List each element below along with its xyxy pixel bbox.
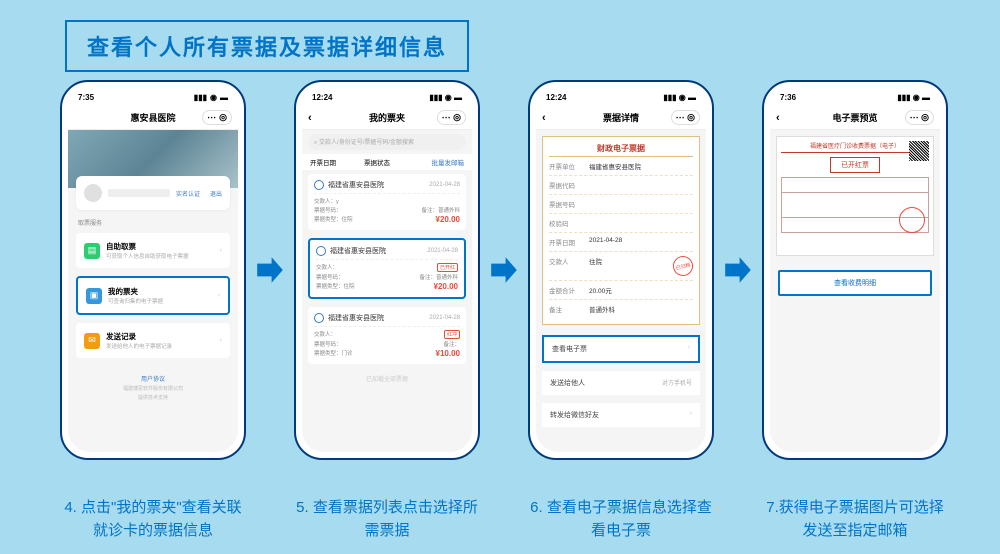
wifi-icon: ◉	[210, 93, 217, 102]
einvoice-image: 福建省医疗门诊收费票据（电子） 已开红票	[776, 136, 934, 256]
filter-row: 开票日期 票据状态 批量发邮箱	[302, 154, 472, 170]
nav-title: 电子票预览	[832, 111, 877, 124]
receipt-title: 财政电子票据	[549, 143, 693, 157]
status-icons: ▮▮▮ ◉ ▬	[663, 93, 696, 102]
page-title: 查看个人所有票据及票据详细信息	[87, 35, 447, 60]
arrow-icon	[254, 254, 286, 286]
seal-icon	[899, 207, 925, 233]
status-time: 7:36	[780, 93, 796, 102]
nav-capsule[interactable]: ⋯ ◎	[202, 110, 232, 125]
screen-3: 12:24 ▮▮▮ ◉ ▬ ‹ 票据详情 ⋯ ◎ 财政电子票据 开票单位福建省惠…	[536, 88, 706, 452]
nav-title: 我的票夹	[369, 111, 405, 124]
back-icon[interactable]: ‹	[308, 112, 312, 124]
avatar	[84, 184, 102, 202]
phone-step-6: 12:24 ▮▮▮ ◉ ▬ ‹ 票据详情 ⋯ ◎ 财政电子票据 开票单位福建省惠…	[528, 80, 714, 460]
section-label: 取票服务	[68, 216, 238, 229]
caption-4: 4. 点击"我的票夹"查看关联就诊卡的票据信息	[60, 497, 246, 542]
chevron-right-icon: ›	[690, 410, 692, 420]
notch	[828, 87, 883, 101]
caption-5: 5. 查看票据列表点击选择所需票据	[294, 497, 480, 542]
bill-logo-icon	[314, 180, 324, 190]
search-icon: ⌕	[314, 140, 317, 146]
bill-card-3[interactable]: 福建省惠安县医院 2021-04-28 交款人：红冲 票据号码：备注： 票据类型…	[308, 307, 466, 364]
send-icon: ✉	[84, 333, 100, 349]
nav-bar: 惠安县医院 ⋯ ◎	[68, 106, 238, 130]
action-view-einvoice[interactable]: 查看电子票 ›	[542, 335, 700, 363]
footer-company: 福建博思软件股份有限公司	[68, 385, 238, 392]
status-icons: ▮▮▮ ◉ ▬	[897, 93, 930, 102]
chevron-right-icon: ›	[688, 344, 690, 354]
notch	[594, 87, 649, 101]
stamp-icon: 已归档	[671, 254, 695, 278]
status-icons: ▮▮▮ ◉ ▬	[429, 93, 462, 102]
nav-capsule[interactable]: ⋯ ◎	[671, 110, 700, 125]
nav-capsule[interactable]: ⋯ ◎	[437, 110, 466, 125]
bill-logo-icon	[316, 246, 326, 256]
menu-self-pickup[interactable]: ▤ 自助取票 可获取个人信息自助获取电子票据 ›	[76, 233, 230, 268]
screen-4: 7:36 ▮▮▮ ◉ ▬ ‹ 电子票预览 ⋯ ◎ 福建省医疗门诊收费票据（电子）…	[770, 88, 940, 452]
status-time: 12:24	[546, 93, 566, 102]
action-forward-wechat[interactable]: 转发给微信好友 ›	[542, 403, 700, 427]
view-detail-button[interactable]: 查看收费明细	[778, 270, 932, 296]
page-title-box: 查看个人所有票据及票据详细信息	[65, 20, 469, 72]
user-name-blur	[108, 189, 170, 197]
signal-icon: ▮▮▮	[194, 93, 207, 102]
red-invoice-tag: 已开红票	[830, 157, 880, 173]
captions-row: 4. 点击"我的票夹"查看关联就诊卡的票据信息 5. 查看票据列表点击选择所需票…	[60, 497, 948, 542]
list-end: 已加载全部票据	[302, 374, 472, 383]
bill-card-1[interactable]: 福建省惠安县医院 2021-04-28 交款人：y 票据号码：备注：普通外科 票…	[308, 174, 466, 230]
logout-link[interactable]: 退出	[210, 189, 222, 198]
nav-bar: ‹ 电子票预览 ⋯ ◎	[770, 106, 940, 130]
menu-my-folder[interactable]: ▣ 我的票夹 可查询归集的电子票据 ›	[76, 276, 230, 315]
filter-date[interactable]: 开票日期	[310, 157, 356, 167]
nav-title: 惠安县医院	[130, 111, 175, 124]
nav-bar: ‹ 票据详情 ⋯ ◎	[536, 106, 706, 130]
nav-capsule[interactable]: ⋯ ◎	[905, 110, 934, 125]
arrow-icon	[488, 254, 520, 286]
chevron-right-icon: ›	[220, 337, 222, 344]
search-input[interactable]: ⌕ 交款人/身份证号/票据号码/金额搜索	[308, 134, 466, 150]
qr-icon	[909, 141, 929, 161]
folder-icon: ▣	[86, 288, 102, 304]
screen-1: 7:35 ▮▮▮ ◉ ▬ 惠安县医院 ⋯ ◎ 实名认证 退出	[68, 88, 238, 452]
status-time: 12:24	[312, 93, 332, 102]
ticket-icon: ▤	[84, 243, 100, 259]
status-icons: ▮▮▮ ◉ ▬	[194, 93, 228, 102]
user-card: 实名认证 退出	[76, 176, 230, 210]
bill-logo-icon	[314, 313, 324, 323]
battery-icon: ▬	[220, 93, 228, 102]
caption-6: 6. 查看电子票据信息选择查看电子票	[528, 497, 714, 542]
menu-send-log[interactable]: ✉ 发送记录 发送给他人的电子票据记录 ›	[76, 323, 230, 358]
notch	[126, 87, 181, 101]
phone-step-7: 7:36 ▮▮▮ ◉ ▬ ‹ 电子票预览 ⋯ ◎ 福建省医疗门诊收费票据（电子）…	[762, 80, 948, 460]
phone-step-4: 7:35 ▮▮▮ ◉ ▬ 惠安县医院 ⋯ ◎ 实名认证 退出	[60, 80, 246, 460]
bill-card-2[interactable]: 福建省惠安县医院 2021-04-28 交款人：已开红 票据号码：备注：普通外科…	[308, 238, 466, 299]
more-icon[interactable]: ⋯	[207, 112, 216, 123]
arrow-icon	[722, 254, 754, 286]
receipt-card: 财政电子票据 开票单位福建省惠安县医院 票据代码 票据号码 校验码 开票日期20…	[542, 136, 700, 325]
close-icon[interactable]: ◎	[219, 112, 227, 123]
filter-status[interactable]: 票据状态	[364, 157, 410, 167]
caption-7: 7.获得电子票据图片可选择发送至指定邮箱	[762, 497, 948, 542]
filter-batch-mail[interactable]: 批量发邮箱	[418, 157, 464, 167]
back-icon[interactable]: ‹	[776, 112, 780, 124]
screen-2: 12:24 ▮▮▮ ◉ ▬ ‹ 我的票夹 ⋯ ◎ ⌕ 交款人/身份证号/票据号码…	[302, 88, 472, 452]
notch	[360, 87, 415, 101]
back-icon[interactable]: ‹	[542, 112, 546, 124]
chevron-right-icon: ›	[218, 292, 220, 299]
action-send-other[interactable]: 发送给他人 对方手机号	[542, 371, 700, 395]
phone-step-5: 12:24 ▮▮▮ ◉ ▬ ‹ 我的票夹 ⋯ ◎ ⌕ 交款人/身份证号/票据号码…	[294, 80, 480, 460]
footer-support: 提供技术支持	[68, 394, 238, 401]
verify-link[interactable]: 实名认证	[176, 189, 200, 198]
nav-title: 票据详情	[603, 111, 639, 124]
phones-row: 7:35 ▮▮▮ ◉ ▬ 惠安县医院 ⋯ ◎ 实名认证 退出	[60, 80, 948, 460]
invoice-head: 福建省医疗门诊收费票据（电子）	[781, 141, 929, 153]
footer-agreement[interactable]: 用户协议	[68, 374, 238, 383]
chevron-right-icon: ›	[220, 247, 222, 254]
status-time: 7:35	[78, 93, 94, 102]
nav-bar: ‹ 我的票夹 ⋯ ◎	[302, 106, 472, 130]
